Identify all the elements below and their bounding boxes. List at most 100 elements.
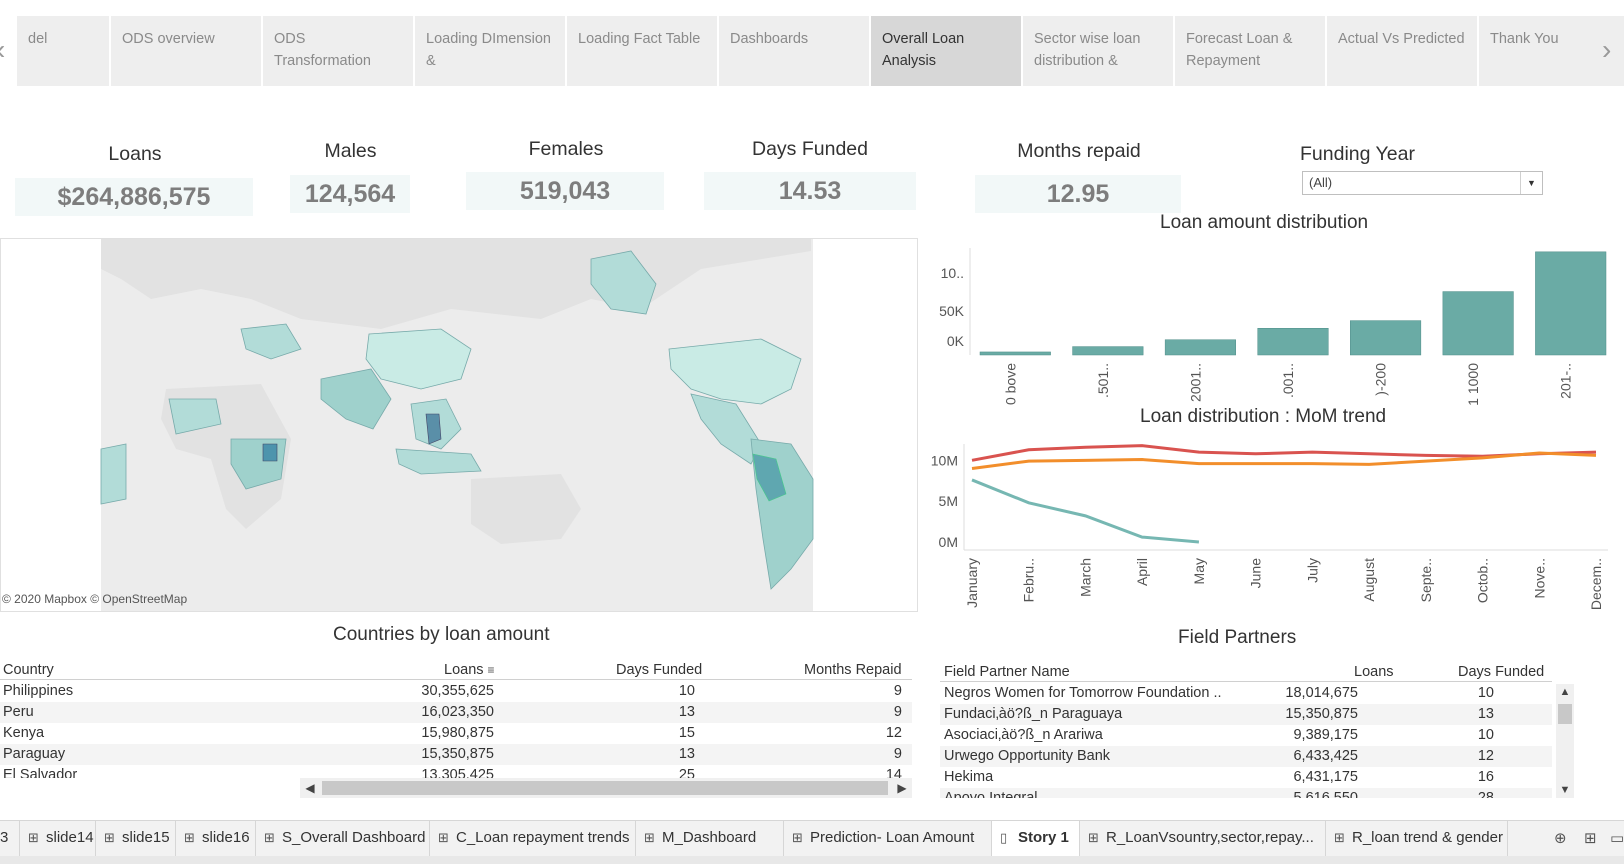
loan-distribution-chart[interactable]: 10.. 50K 0K 5000 bove .501.. 2001.. .001..)-20…	[930, 240, 1624, 405]
cell-days: 10	[1477, 685, 1494, 701]
story-point-9[interactable]: Actual Vs Predicted	[1327, 16, 1477, 86]
cell-name: Apoyo Integral	[944, 790, 1038, 798]
story-points-strip: del ODS overview ODS Transformation Loading…	[17, 16, 1624, 86]
sheet-tab-6[interactable]: ⊞ M_Dashboard	[636, 821, 784, 857]
header-country[interactable]: Country	[3, 662, 54, 678]
world-loans-map[interactable]	[0, 238, 918, 612]
scroll-left-icon[interactable]: ◀	[300, 778, 320, 798]
x-tick-label: Octob..	[1475, 558, 1491, 603]
sort-descending-icon[interactable]: ≡	[488, 663, 495, 677]
story-point-8[interactable]: Forecast Loan & Repayment	[1175, 16, 1325, 86]
kenya-region	[262, 443, 278, 462]
field-partners-header: Field Partner Name Loans Days Funded	[940, 662, 1552, 682]
story-point-1[interactable]: ODS overview	[111, 16, 261, 86]
story-point-2[interactable]: ODS Transformation	[263, 16, 413, 86]
x-tick-label: Febru..	[1021, 558, 1037, 602]
y-tick-label: 10M	[931, 452, 958, 468]
kpi-males-title: Males	[324, 140, 377, 162]
scroll-thumb[interactable]	[322, 781, 888, 795]
chevron-right-icon[interactable]: ›	[1602, 34, 1611, 66]
sheet-tab-4[interactable]: ⊞ S_Overall Dashboard	[256, 821, 430, 857]
sheet-tab-10[interactable]: ⊞ R_loan trend & gender	[1326, 821, 1508, 857]
new-story-icon[interactable]: ▭	[1610, 829, 1624, 847]
field-partners-vertical-scrollbar[interactable]: ▲ ▼	[1556, 684, 1574, 798]
story-point-5[interactable]: Dashboards	[719, 16, 869, 86]
table-row[interactable]: Paraguay 15,350,875 13 9	[0, 744, 912, 765]
table-row[interactable]: Fundaci‚àö?ß_n Paraguaya 15,350,875 13	[940, 704, 1552, 725]
new-dashboard-icon[interactable]: ⊞	[1584, 829, 1597, 847]
sheet-tab-1[interactable]: ⊞ slide14	[20, 821, 96, 857]
cell-loans: 18,014,675	[1285, 685, 1358, 701]
dashboard-icon: ⊞	[28, 830, 39, 845]
table-row[interactable]: Kenya 15,980,875 15 12	[0, 723, 912, 744]
sheet-tab-3[interactable]: ⊞ slide16	[176, 821, 256, 857]
x-tick-label: June	[1248, 558, 1264, 589]
x-tick-label: .501..	[1095, 363, 1111, 398]
y-tick-label: 0K	[947, 333, 965, 349]
sheet-tab-2[interactable]: ⊞ slide15	[96, 821, 176, 857]
x-tick-label: April	[1134, 558, 1150, 586]
sheet-tab-label: R_loan trend & gender	[1352, 829, 1503, 846]
status-bar	[0, 856, 1624, 864]
header-field-partner-name[interactable]: Field Partner Name	[944, 664, 1070, 680]
scroll-down-icon[interactable]: ▼	[1556, 782, 1574, 798]
table-row[interactable]: Philippines 30,355,625 10 9	[0, 681, 912, 702]
countries-horizontal-scrollbar[interactable]: ◀ ▶	[300, 778, 912, 798]
x-tick-label: .001..	[1280, 363, 1296, 398]
dropdown-caret-icon[interactable]: ▼	[1520, 172, 1542, 194]
sheet-tab-5[interactable]: ⊞ C_Loan repayment trends	[430, 821, 636, 857]
mom-trend-title: Loan distribution : MoM trend	[1140, 406, 1387, 427]
sheet-tab-7[interactable]: ⊞ Prediction- Loan Amount	[784, 821, 992, 857]
countries-table: Country Loans ≡ Days Funded Months Repai…	[0, 660, 912, 778]
bar	[1442, 291, 1514, 356]
series-line-2	[971, 478, 1200, 544]
mom-trend-chart[interactable]: 10M 5M 0M January Febru.. March April May June Ju…	[930, 438, 1624, 616]
kpi-loans-title: Loans	[108, 143, 162, 165]
x-tick-label: August	[1361, 558, 1377, 602]
header-partner-days-funded[interactable]: Days Funded	[1458, 664, 1544, 680]
table-row[interactable]: Apoyo Integral 5,616,550 28	[940, 788, 1552, 798]
cell-loans: 16,023,350	[421, 704, 494, 720]
map-attribution-text: © 2020 Mapbox © OpenStreetMap	[2, 592, 188, 606]
scroll-thumb[interactable]	[1558, 704, 1572, 724]
table-row[interactable]: Hekima 6,431,175 16	[940, 767, 1552, 788]
new-worksheet-icon[interactable]: ⊕	[1554, 829, 1567, 847]
sheet-tab-label: 3	[0, 829, 9, 846]
story-point-6[interactable]: Overall Loan Analysis	[871, 16, 1021, 86]
cell-name: Hekima	[944, 769, 994, 785]
story-icon: ▯	[1000, 830, 1008, 845]
sheet-tab-bar: ⊕ ⊞ ▭ 3 ⊞ slide14 ⊞ slide15 ⊞ slide16 ⊞ S_Overal…	[0, 820, 1624, 857]
dashboard-icon: ⊞	[792, 830, 803, 845]
cell-loans: 6,433,425	[1293, 748, 1358, 764]
cell-loans: 9,389,175	[1293, 727, 1358, 743]
table-row[interactable]: Peru 16,023,350 13 9	[0, 702, 912, 723]
y-tick-label: 10..	[941, 265, 964, 281]
x-tick-label: January	[964, 558, 980, 608]
story-navigator: ‹ delODS overviewODS TransformationLoadi…	[0, 0, 1624, 90]
chevron-left-icon[interactable]: ‹	[0, 34, 5, 66]
story-point-3[interactable]: Loading DImension &	[415, 16, 565, 86]
cell-days: 12	[1477, 748, 1494, 764]
cell-days: 13	[678, 746, 695, 762]
table-row[interactable]: El Salvador 13,305,425 25 14	[0, 765, 912, 778]
table-row[interactable]: Urwego Opportunity Bank 6,433,425 12	[940, 746, 1552, 767]
kpi-days-funded-title: Days Funded	[752, 138, 868, 160]
story-point-4[interactable]: Loading Fact Table	[567, 16, 717, 86]
scroll-right-icon[interactable]: ▶	[892, 778, 912, 798]
sheet-tab-9[interactable]: ⊞ R_LoanVsountry,sector,repay...	[1080, 821, 1326, 857]
table-row[interactable]: Asociaci‚àö?ß_n Arariwa 9,389,175 10	[940, 725, 1552, 746]
story-point-7[interactable]: Sector wise loan distribution &	[1023, 16, 1173, 86]
cell-days: 13	[678, 704, 695, 720]
sheet-tab-8[interactable]: ▯ Story 1	[992, 821, 1080, 857]
header-days-funded[interactable]: Days Funded	[616, 662, 702, 678]
table-row[interactable]: Negros Women for Tomorrow Foundation .. 1…	[940, 683, 1552, 704]
scroll-up-icon[interactable]: ▲	[1556, 684, 1574, 700]
sheet-tab-0[interactable]: 3	[0, 821, 20, 857]
header-loans[interactable]: Loans ≡	[444, 662, 495, 678]
header-partner-loans[interactable]: Loans	[1354, 664, 1394, 680]
header-months-repaid[interactable]: Months Repaid	[804, 662, 902, 678]
x-tick-label: 201-..	[1558, 363, 1574, 399]
story-point-0[interactable]: del	[17, 16, 109, 86]
funding-year-dropdown[interactable]: (All) ▼	[1302, 171, 1543, 195]
field-partners-title: Field Partners	[1178, 627, 1297, 648]
